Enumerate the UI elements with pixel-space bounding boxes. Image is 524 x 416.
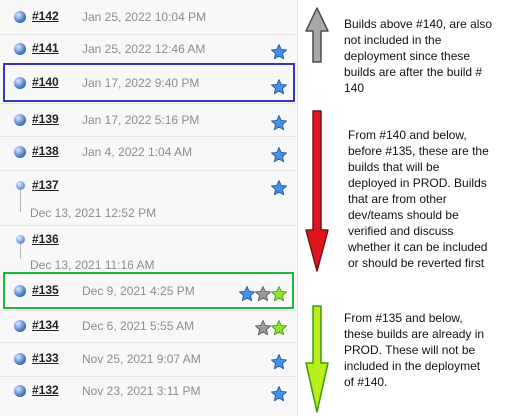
build-row-138: #138 Jan 4, 2022 1:04 AM (0, 137, 298, 170)
build-link-137[interactable]: #137 (32, 178, 59, 192)
note-140-to-135: From #140 and below, before #135, these … (348, 127, 489, 271)
note-line: that are from other (348, 192, 447, 206)
note-line: From #135 and below, (344, 311, 463, 325)
pin-line (20, 190, 21, 212)
build-status-blue-ball-icon (14, 353, 26, 365)
note-above-140: Builds above #140, are also not included… (344, 16, 492, 96)
note-line: dev/teams should be (348, 208, 459, 222)
build-date: Jan 25, 2022 10:04 PM (82, 10, 207, 24)
build-status-blue-ball-icon (14, 385, 26, 397)
note-line: these builds are already in (344, 327, 485, 341)
build-status-blue-ball-icon (14, 11, 26, 23)
build-link-132[interactable]: #132 (32, 383, 59, 397)
build-date: Dec 6, 2021 5:55 AM (82, 319, 195, 333)
build-date: Nov 23, 2021 3:11 PM (82, 384, 201, 398)
note-line: deployed in PROD. Builds (348, 176, 487, 190)
build-date: Dec 13, 2021 11:16 AM (30, 258, 155, 272)
build-status-pin-icon (16, 235, 25, 244)
keep-star-icon-blue[interactable] (270, 43, 288, 61)
build-row-142: #142 Jan 25, 2022 10:04 PM (0, 0, 298, 34)
highlight-box-build-140 (3, 63, 295, 102)
note-line: of #140. (344, 375, 388, 389)
keep-star-icon-blue[interactable] (270, 146, 288, 164)
note-line: builds are after the build # (344, 65, 483, 79)
note-135-and-below: From #135 and below, these builds are al… (344, 310, 484, 390)
build-status-pin-icon (16, 181, 25, 190)
build-status-blue-ball-icon (14, 146, 26, 158)
build-row-137: #137 Dec 13, 2021 12:52 PM (0, 171, 298, 225)
build-link-134[interactable]: #134 (32, 318, 59, 332)
build-link-138[interactable]: #138 (32, 144, 59, 158)
note-line: 140 (344, 81, 365, 95)
note-line: before #135, these are the (348, 144, 489, 158)
gray-up-arrow-icon (305, 7, 329, 63)
keep-star-icon-green[interactable] (270, 319, 288, 337)
note-line: whether it can be included (348, 240, 488, 254)
build-row-136: #136 Dec 13, 2021 11:16 AM (0, 226, 298, 272)
build-row-139: #139 Jan 17, 2022 5:16 PM (0, 104, 298, 136)
green-down-arrow-icon (305, 305, 329, 413)
note-line: not included in the (344, 33, 442, 47)
keep-star-icon-blue[interactable] (270, 385, 288, 403)
note-line: or should be reverted first (348, 256, 485, 270)
note-line: Builds above #140, are also (344, 17, 493, 31)
build-link-141[interactable]: #141 (32, 41, 59, 55)
note-line: deployment since these (344, 49, 471, 63)
build-link-133[interactable]: #133 (32, 351, 59, 365)
build-link-142[interactable]: #142 (32, 9, 59, 23)
build-link-139[interactable]: #139 (32, 112, 59, 126)
build-date: Jan 25, 2022 12:46 AM (82, 42, 206, 56)
build-link-136[interactable]: #136 (32, 232, 59, 246)
build-date: Dec 13, 2021 12:52 PM (30, 206, 157, 220)
build-date: Nov 25, 2021 9:07 AM (82, 352, 201, 366)
note-line: PROD. These will not be (344, 343, 476, 357)
build-status-blue-ball-icon (14, 114, 26, 126)
highlight-box-build-135 (3, 272, 294, 309)
note-line: included in the deploymet (344, 359, 481, 373)
keep-star-icon-blue[interactable] (270, 114, 288, 132)
note-line: From #140 and below, (348, 128, 467, 142)
build-row-133: #133 Nov 25, 2021 9:07 AM (0, 343, 298, 376)
build-row-141: #141 Jan 25, 2022 12:46 AM (0, 35, 298, 64)
build-date: Jan 4, 2022 1:04 AM (82, 145, 193, 159)
pin-line (20, 244, 21, 259)
build-date: Jan 17, 2022 5:16 PM (82, 113, 200, 127)
red-down-arrow-icon (305, 110, 329, 272)
build-row-134: #134 Dec 6, 2021 5:55 AM (0, 311, 298, 342)
keep-star-icon-blue[interactable] (270, 179, 288, 197)
note-line: verified and discuss (348, 224, 454, 238)
build-status-blue-ball-icon (14, 43, 26, 55)
build-status-blue-ball-icon (14, 320, 26, 332)
keep-star-icon-blue[interactable] (270, 353, 288, 371)
build-row-132: #132 Nov 23, 2021 3:11 PM (0, 377, 298, 416)
note-line: builds that will be (348, 160, 440, 174)
